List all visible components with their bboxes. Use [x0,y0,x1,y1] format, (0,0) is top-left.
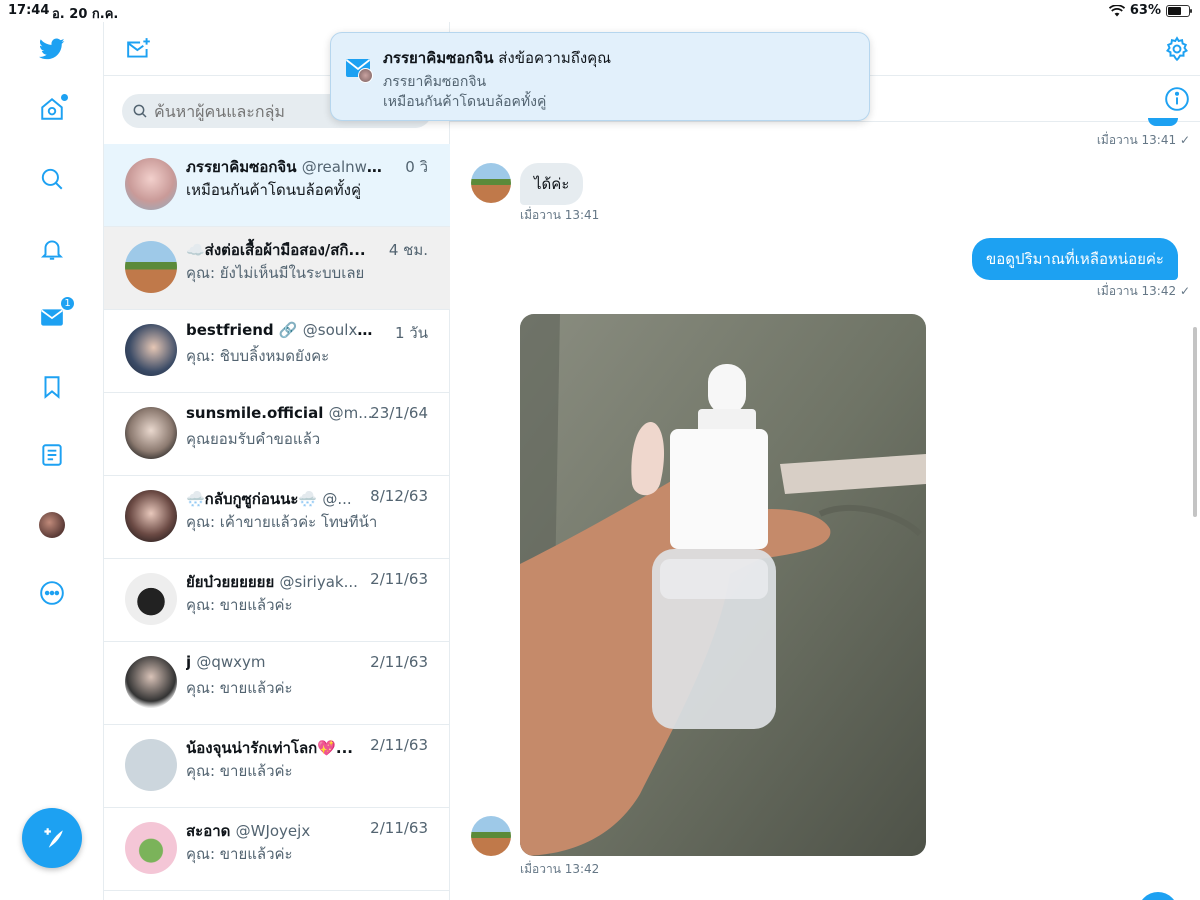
message-time: เมื่อวาน 13:41 [520,208,600,222]
notification-message-preview: เหมือนกันค้าโดนบล้อคทั้งคู่ [383,94,547,110]
message-photo[interactable] [520,314,926,856]
conversation-time: 2/11/63 [370,570,428,588]
bookmark-icon[interactable] [37,372,67,402]
notification-sender-avatar [358,68,373,83]
profile-avatar[interactable] [39,512,65,538]
conversation-time: 2/11/63 [370,819,428,837]
conversation-name: j @qwxym [186,653,266,671]
nav-rail: 1 [0,22,104,900]
conversation-avatar [125,822,177,874]
conversation-time: 1 วัน [395,324,428,342]
compose-quill-icon [44,828,63,848]
home-notification-dot [61,94,68,101]
battery-icon [1166,4,1192,17]
conversation-avatar [125,241,177,293]
conversation-item[interactable]: 🌨️กลับกูซูก่อนนะ🌨️ @... 8/12/63 คุณ: เค้… [104,476,450,559]
conversation-avatar [125,324,177,376]
conversation-time: 23/1/64 [370,404,428,422]
conversation-preview: คุณ: ยังไม่เห็นมีในระบบเลย [186,264,365,282]
conversation-name: ภรรยาคิมซอกจิน @realnwaa... [186,158,386,176]
scrollbar[interactable] [1193,327,1197,517]
app-root: 17:44 อ. 20 ก.ค. 63% 1 ค้นหาผู้คนและกลุ่… [0,0,1200,900]
battery-percent: 63% [1129,3,1161,18]
conversation-name: ยัยบ๋วยยยยยย @siriyak... [186,573,358,591]
conversation-item[interactable]: bestfriend 🔗 @soulxmnp 1 วัน คุณ: ชิบบลิ… [104,310,450,393]
sender-avatar [471,163,511,203]
messages-envelope-icon[interactable]: 1 [37,296,75,332]
conversation-list: ภรรยาคิมซอกจิน @realnwaa... 0 วิ เหมือนก… [104,144,450,891]
conversation-avatar [125,739,177,791]
conversation-time: 8/12/63 [370,487,428,505]
message-time: เมื่อวาน 13:42 [520,862,600,876]
conversation-item[interactable]: ☁️ส่งต่อเสื้อผ้ามือสอง/สกิ... 4 ชม. คุณ:… [104,227,450,310]
previous-bubble-edge [1148,118,1178,126]
more-options-icon[interactable] [37,578,67,608]
status-date: อ. 20 ก.ค. [52,7,119,22]
sender-avatar [471,816,511,856]
conversation-preview: คุณ: ขายแล้วค่ะ [186,679,293,697]
gear-icon[interactable] [1164,36,1190,62]
conversation-preview: เหมือนกันค้าโดนบล้อคทั้งคู่ [186,181,362,199]
twitter-logo-icon[interactable] [37,34,67,64]
search-nav-icon[interactable] [37,164,67,194]
top-message-meta: เมื่อวาน 13:41 ✓ [1096,133,1190,147]
notification-title: ภรรยาคิมซอกจิน ส่งข้อความถึงคุณ [383,49,612,67]
conversation-avatar [125,158,177,210]
new-message-icon[interactable] [126,36,152,62]
conversation-item[interactable]: j @qwxym 2/11/63 คุณ: ขายแล้วค่ะ [104,642,450,725]
conversation-name: sunsmile.official @m... [186,404,373,422]
lists-icon[interactable] [37,440,67,470]
notification-sender-line: ภรรยาคิมซอกจิน [383,74,487,90]
conversation-avatar [125,656,177,708]
battery-fill [1168,6,1181,15]
conversation-item[interactable]: ยัยบ๋วยยยยยย @siriyak... 2/11/63 คุณ: ขา… [104,559,450,642]
status-bar: 17:44 อ. 20 ก.ค. 63% [0,0,1200,22]
outgoing-message-bubble[interactable]: ขอดูปริมาณที่เหลือหน่อยค่ะ [972,238,1178,280]
status-right: 63% [1108,3,1192,18]
conversation-time: 4 ชม. [388,241,428,259]
conversations-panel: ภรรยาคิมซอกจิน @realnwaa... 0 วิ เหมือนก… [104,22,450,900]
messages-badge: 1 [60,296,75,311]
search-icon [133,104,147,118]
conversation-name: 🌨️กลับกูซูก่อนนะ🌨️ @... [186,490,352,508]
conversation-preview: คุณ: เค้าขายแล้วค่ะ โทษทีน้า [186,513,378,531]
home-icon[interactable] [37,94,68,124]
scroll-down-button-edge[interactable] [1138,892,1178,900]
conversation-name: สะอาด @WJoyejx [186,822,311,840]
conversation-item[interactable]: น้องจุนน่ารักเท่าโลก💖... 2/11/63 คุณ: ขา… [104,725,450,808]
notifications-bell-icon[interactable] [37,234,67,264]
message-time: เมื่อวาน 13:42 ✓ [1096,284,1190,298]
conversation-avatar [125,490,177,542]
photo-dropper-bottle [520,314,926,856]
conversation-item[interactable]: สะอาด @WJoyejx 2/11/63 คุณ: ขายแล้วค่ะ [104,808,450,891]
conversation-preview: คุณ: ชิบบลิ้งหมดยังคะ [186,347,330,365]
conversation-item[interactable]: sunsmile.official @m... 23/1/64 คุณยอมรั… [104,393,450,476]
conversation-time: 2/11/63 [370,653,428,671]
compose-tweet-button[interactable] [22,808,82,868]
incoming-message-bubble[interactable]: ได้ค่ะ [520,163,584,205]
conversation-avatar [125,407,177,459]
conversation-preview: คุณ: ขายแล้วค่ะ [186,596,293,614]
conversation-name: น้องจุนน่ารักเท่าโลก💖... [186,739,353,757]
conversation-avatar [125,573,177,625]
chat-panel: เมื่อวาน 13:41 ✓ ได้ค่ะ เมื่อวาน 13:41 ข… [450,22,1200,900]
wifi-icon [1108,4,1125,16]
conversation-item[interactable]: ภรรยาคิมซอกจิน @realnwaa... 0 วิ เหมือนก… [104,144,450,227]
conversation-preview: คุณ: ขายแล้วค่ะ [186,762,293,780]
conversation-preview: คุณ: ขายแล้วค่ะ [186,845,293,863]
status-time: 17:44 [8,3,50,18]
conversation-time: 0 วิ [405,158,428,176]
conversation-name: ☁️ส่งต่อเสื้อผ้ามือสอง/สกิ... [186,241,366,259]
conversation-name: bestfriend 🔗 @soulxmnp [186,321,386,339]
info-icon[interactable] [1164,86,1190,112]
message-notification-banner[interactable]: ภรรยาคิมซอกจิน ส่งข้อความถึงคุณ ภรรยาคิม… [330,32,870,121]
conversation-time: 2/11/63 [370,736,428,754]
conversation-preview: คุณยอมรับคำขอแล้ว [186,430,321,448]
